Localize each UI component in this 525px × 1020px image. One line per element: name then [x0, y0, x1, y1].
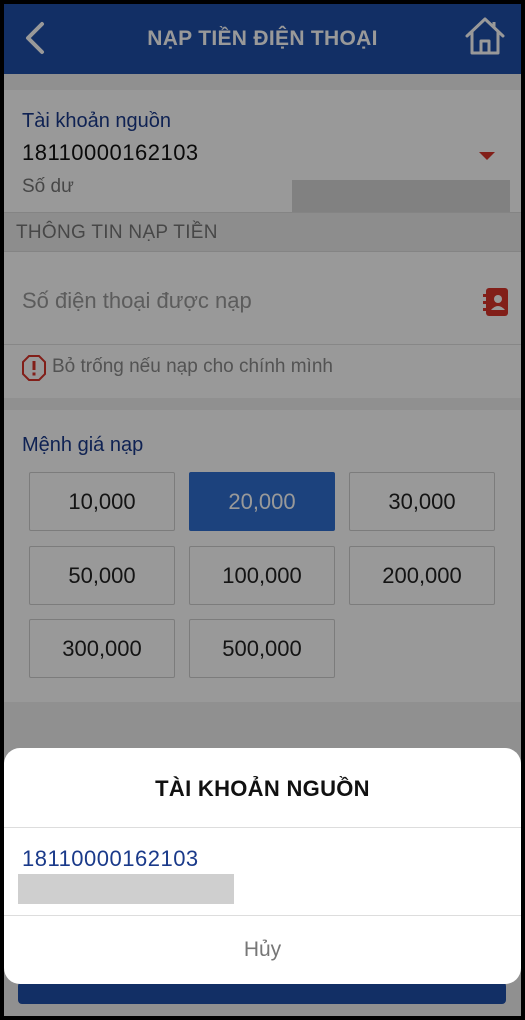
app-screen: NẠP TIỀN ĐIỆN THOẠI Tài khoản nguồn 1811…	[4, 4, 521, 1016]
account-option[interactable]: 18110000162103	[4, 828, 521, 914]
sheet-title: TÀI KHOẢN NGUỒN	[155, 776, 370, 801]
cancel-button[interactable]: Hủy	[4, 916, 521, 984]
account-option-balance-redacted	[18, 874, 234, 904]
account-picker-sheet: TÀI KHOẢN NGUỒN 18110000162103 Hủy	[4, 748, 521, 984]
account-option-number: 18110000162103	[22, 846, 199, 871]
